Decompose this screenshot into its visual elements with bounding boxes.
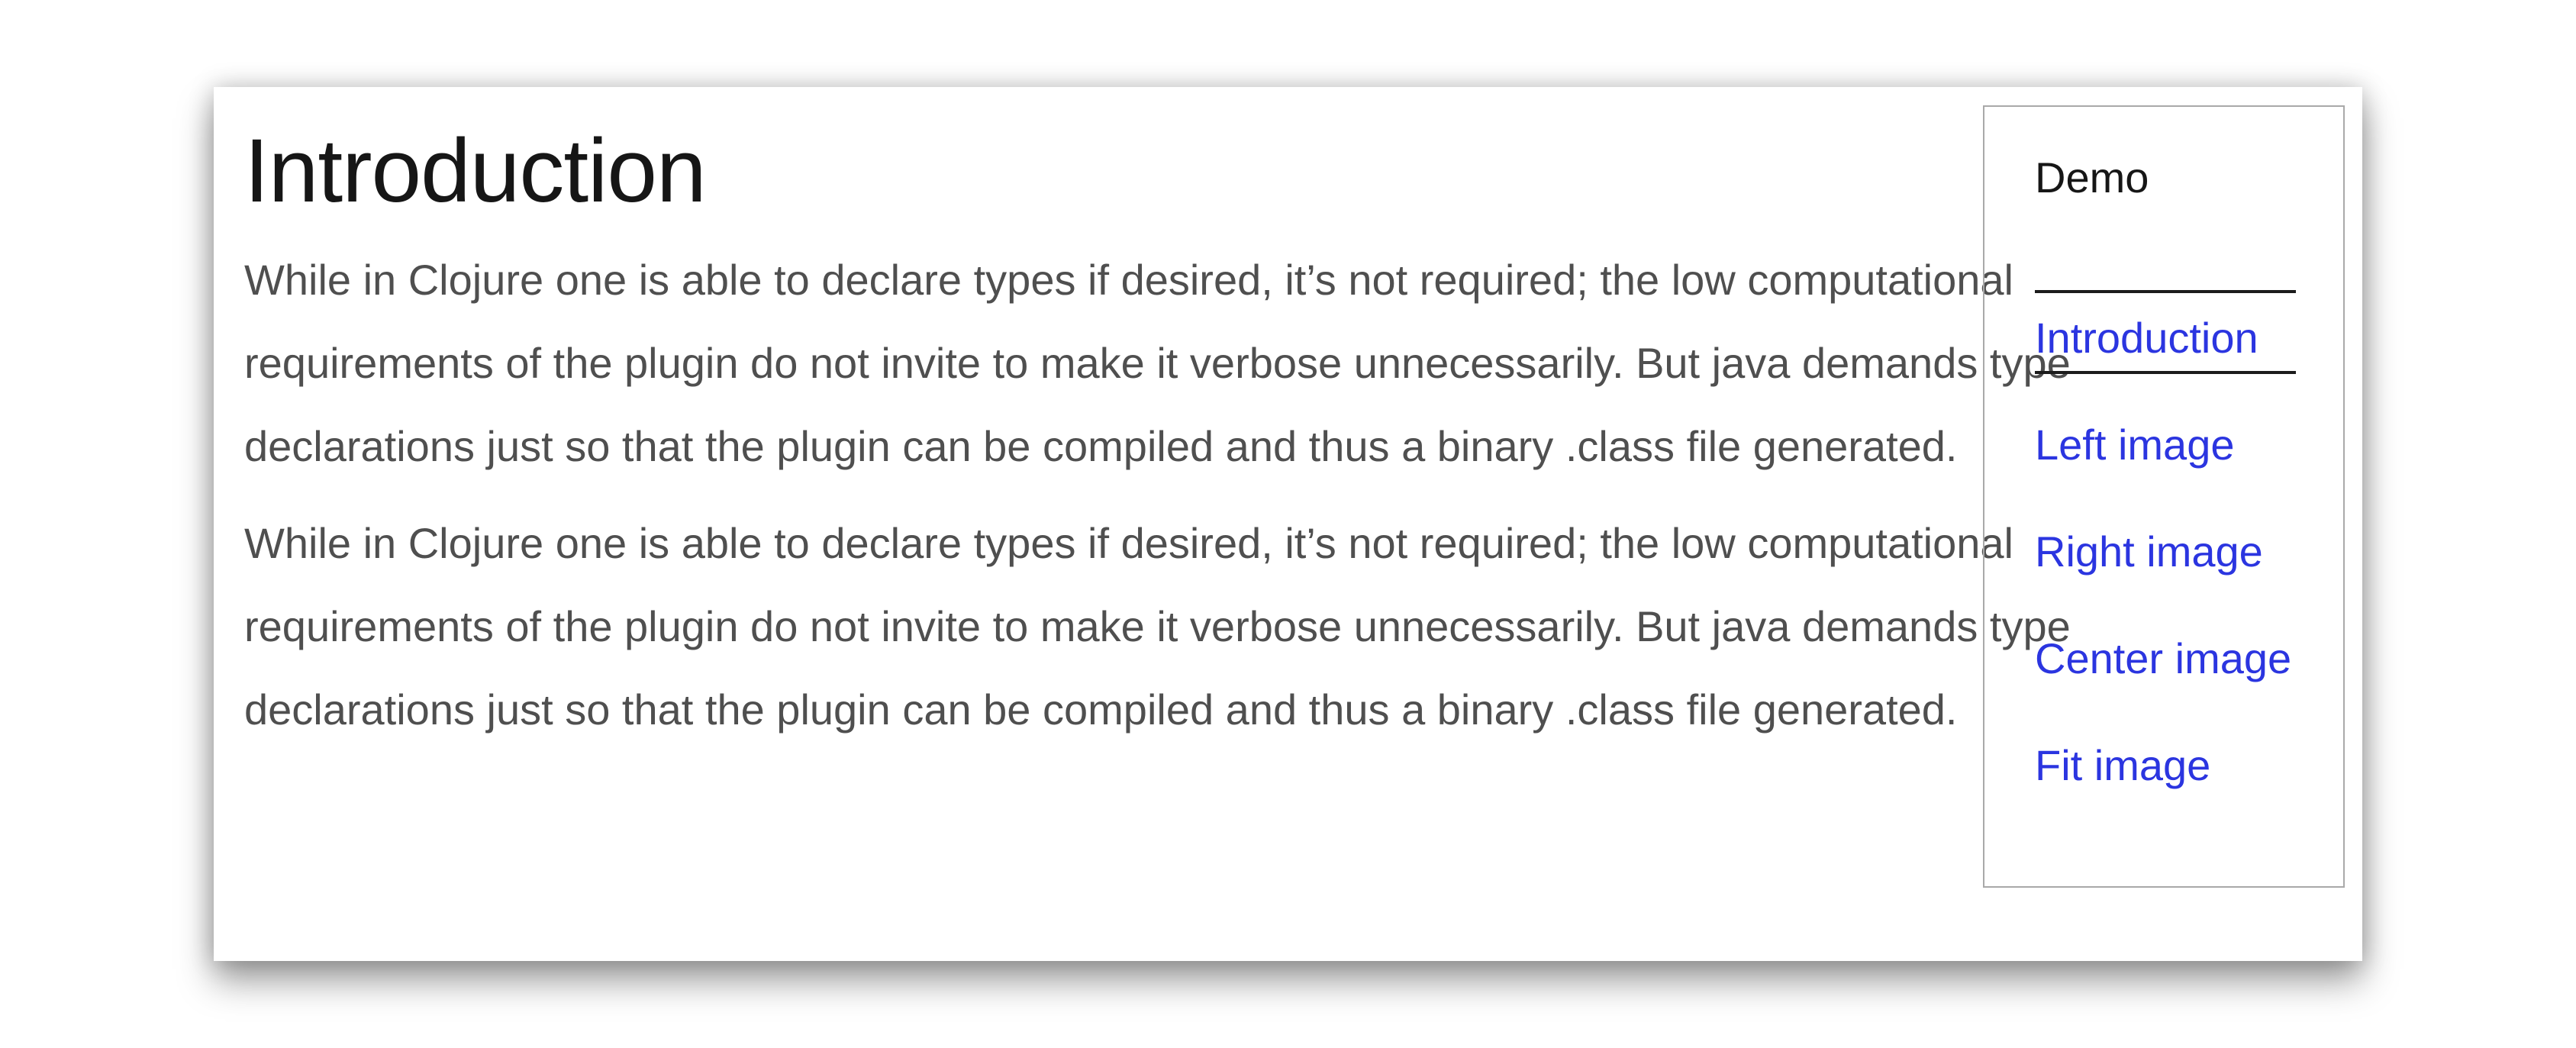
- body-paragraph: While in Clojure one is able to declare …: [244, 519, 2071, 734]
- body-paragraph: While in Clojure one is able to declare …: [244, 256, 2071, 470]
- document-window: Introduction While in Clojure one is abl…: [214, 87, 2362, 961]
- table-of-contents: Demo Introduction Left image Right image…: [1983, 105, 2345, 888]
- page-title: Introduction: [244, 121, 707, 221]
- toc-link-left-image[interactable]: Left image: [2035, 418, 2235, 472]
- toc-link-fit-image[interactable]: Fit image: [2035, 739, 2210, 792]
- toc-link-introduction[interactable]: Introduction: [2035, 311, 2296, 374]
- toc-link-center-image[interactable]: Center image: [2035, 632, 2291, 685]
- toc-link-right-image[interactable]: Right image: [2035, 525, 2263, 579]
- toc-title: Demo: [2035, 153, 2149, 202]
- main-content: Introduction While in Clojure one is abl…: [244, 118, 2129, 751]
- toc-divider: [2035, 290, 2296, 293]
